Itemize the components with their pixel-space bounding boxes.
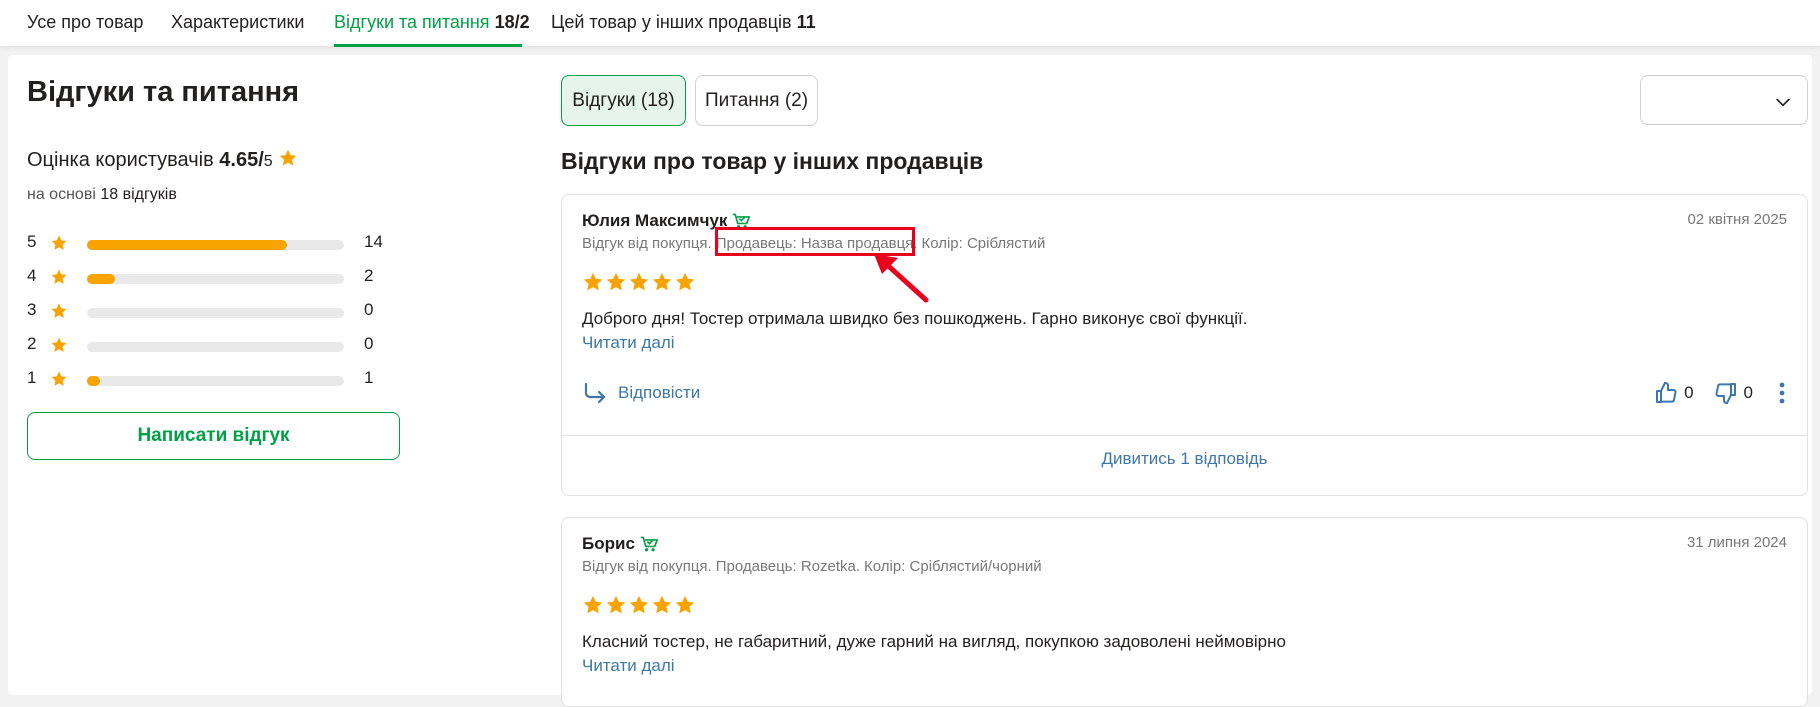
section-title: Відгуки про товар у інших продавців: [561, 148, 984, 174]
review-rating-stars: [582, 594, 696, 616]
review-card: Борис 31 липня 2024 Відгук від покупця. П…: [561, 517, 1808, 707]
rating-bar-track: [87, 376, 344, 386]
review-meta: Відгук від покупця. Продавець: Rozetka. Ко…: [582, 558, 1042, 575]
thumbs-down-icon: [1715, 383, 1736, 405]
star-icon: [675, 595, 695, 614]
tab-other-sellers[interactable]: Цей товар у інших продавців 11: [551, 12, 816, 33]
review-date: 02 квітня 2025: [1687, 211, 1787, 228]
tab-other-sellers-count: 11: [796, 12, 816, 32]
star-icon: [51, 235, 67, 250]
rating-bar-track: [87, 274, 344, 284]
like-button[interactable]: 0: [1654, 381, 1694, 405]
review-votes: 0 0: [1654, 381, 1787, 405]
chevron-down-icon: [1776, 98, 1790, 107]
star-icon: [652, 272, 672, 291]
rating-distribution-row[interactable]: 2 0: [27, 334, 387, 358]
review-author: Борис: [582, 534, 659, 554]
sort-select[interactable]: [1640, 75, 1808, 125]
rating-distribution-row[interactable]: 1 1: [27, 368, 387, 392]
star-icon: [652, 595, 672, 614]
read-more-link[interactable]: Читати далі: [582, 656, 675, 676]
rating-bar-track: [87, 342, 344, 352]
tab-all-about-product[interactable]: Усе про товар: [27, 12, 143, 33]
rating-value: 4.65/: [219, 149, 264, 171]
star-icon: [51, 303, 67, 318]
review-text: Класний тостер, не габаритний, дуже гарн…: [582, 632, 1286, 651]
rating-bar-fill: [87, 274, 116, 284]
more-options-button[interactable]: [1777, 381, 1787, 405]
rating-distribution-row[interactable]: 3 0: [27, 300, 387, 324]
tab-reviews-count: 18/2: [494, 12, 530, 32]
star-icon: [675, 272, 695, 291]
star-icon: [629, 595, 649, 614]
tab-reviews-questions[interactable]: Відгуки та питання 18/2: [334, 12, 530, 33]
star-icon: [606, 595, 626, 614]
filter-reviews-button[interactable]: Відгуки (18): [561, 75, 686, 126]
rating-bar-fill: [87, 376, 100, 386]
star-icon: [279, 149, 297, 166]
review-date: 31 липня 2024: [1686, 534, 1787, 551]
rating-max: 5: [263, 153, 273, 170]
view-replies-link[interactable]: Дивитись 1 відповідь: [562, 449, 1807, 469]
rating-distribution-row[interactable]: 5 14: [27, 232, 387, 256]
read-more-link[interactable]: Читати далі: [582, 333, 675, 353]
active-tab-indicator: [334, 44, 522, 47]
product-tabs-bar: Усе про товар Характеристики Відгуки та …: [0, 0, 1820, 47]
page-title: Відгуки та питання: [27, 76, 300, 108]
rating-distribution-row[interactable]: 4 2: [27, 266, 387, 290]
star-icon: [583, 272, 603, 291]
annotation-arrow-icon: [874, 254, 929, 303]
filter-questions-button[interactable]: Питання (2): [695, 75, 818, 126]
star-icon: [51, 269, 67, 284]
rating-bar-fill: [87, 240, 288, 250]
write-review-button[interactable]: Написати відгук: [27, 412, 400, 460]
rating-basis: на основі 18 відгуків: [27, 186, 177, 203]
rating-bar-track: [87, 240, 344, 250]
star-icon: [51, 371, 67, 386]
review-rating-stars: [582, 271, 696, 293]
tab-characteristics[interactable]: Характеристики: [171, 12, 304, 33]
thumbs-up-icon: [1656, 381, 1677, 403]
review-seller: Продавець: Rozetka.: [715, 558, 861, 575]
divider: [562, 435, 1807, 436]
reply-button[interactable]: Відповісти: [582, 381, 700, 405]
verified-buyer-icon: [640, 536, 658, 552]
rating-bar-track: [87, 308, 344, 318]
user-rating: Оцінка користувачів 4.65/5: [27, 148, 298, 172]
reply-arrow-icon: [584, 382, 606, 404]
star-icon: [606, 272, 626, 291]
dislike-button[interactable]: 0: [1714, 381, 1753, 405]
more-vertical-icon: [1779, 382, 1785, 404]
star-icon: [583, 595, 603, 614]
star-icon: [629, 272, 649, 291]
star-icon: [51, 337, 67, 352]
review-text: Доброго дня! Тостер отримала швидко без …: [582, 309, 1248, 328]
